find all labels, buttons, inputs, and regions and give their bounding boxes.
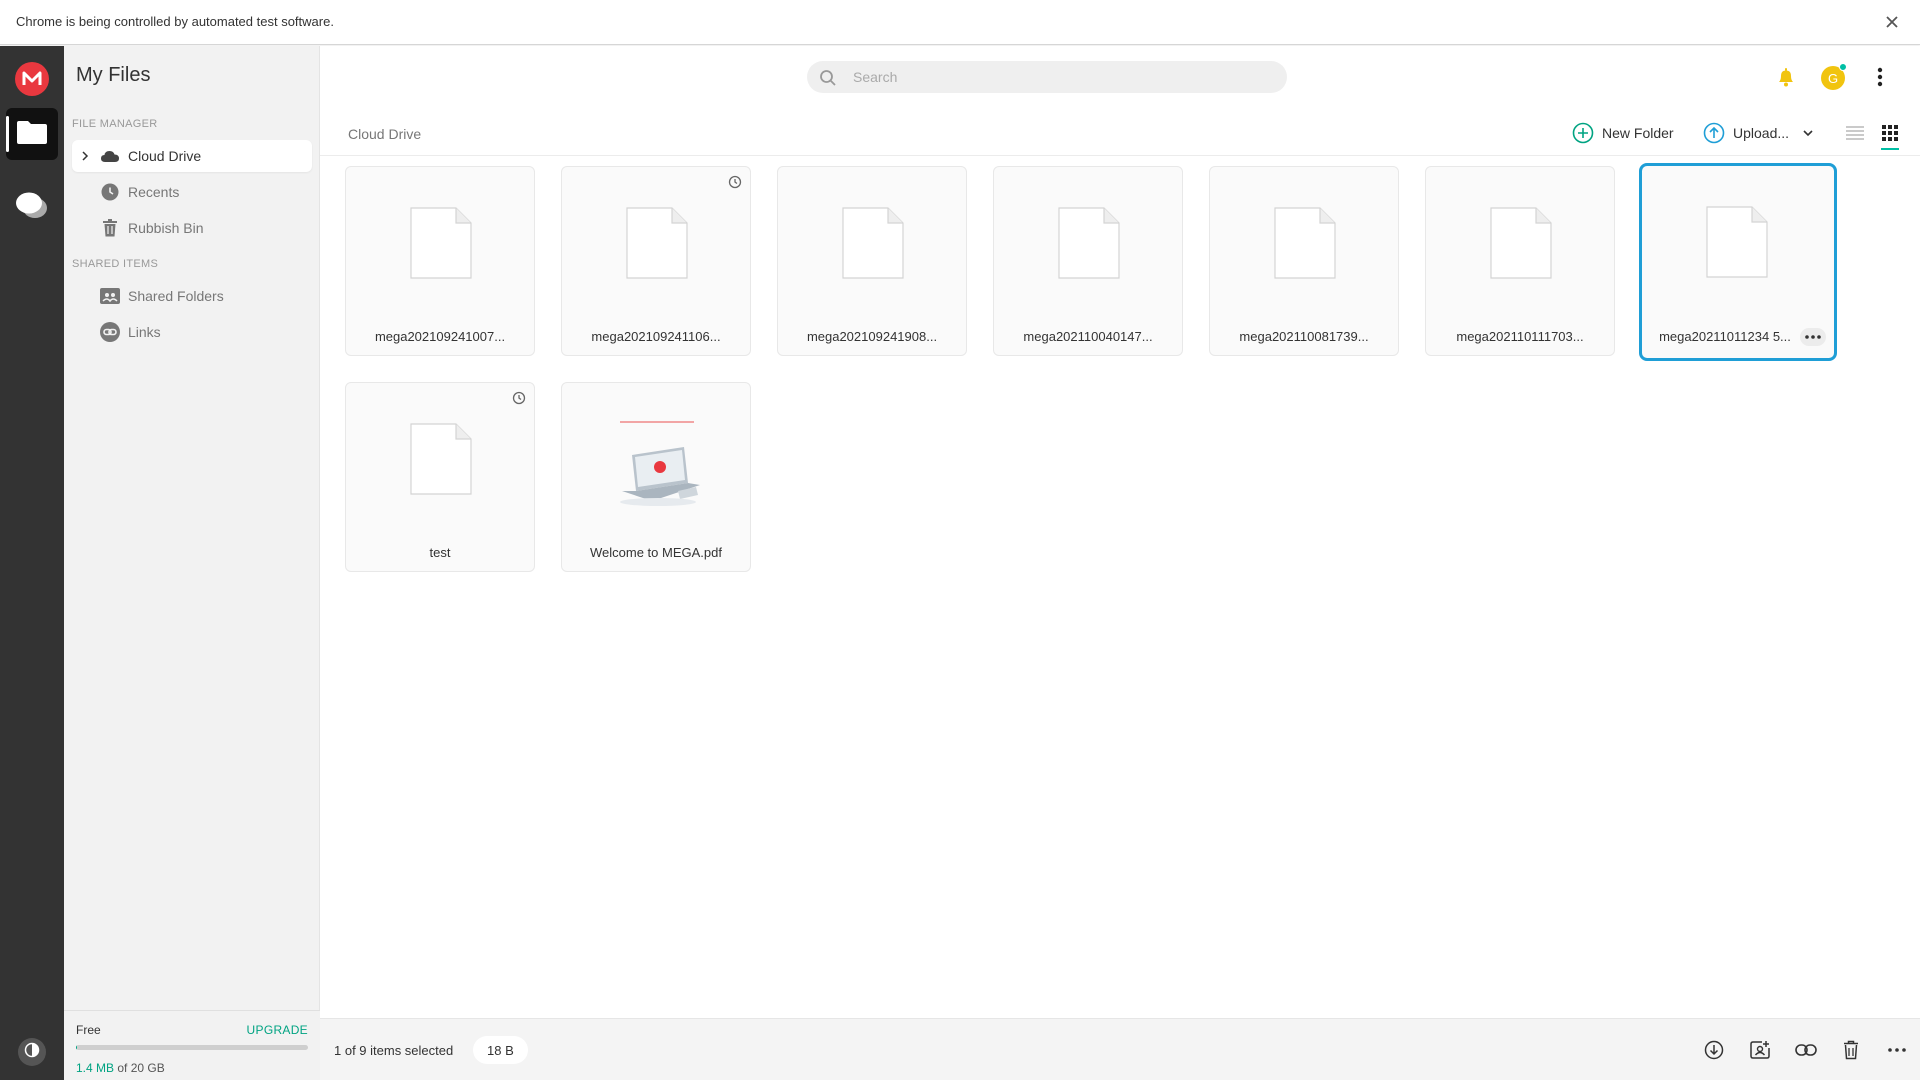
file-icon bbox=[410, 207, 472, 279]
pdf-thumbnail-image bbox=[592, 409, 722, 519]
storage-total: of 20 GB bbox=[117, 1061, 165, 1075]
avatar-initial: G bbox=[1827, 70, 1839, 86]
chevron-down-icon[interactable] bbox=[1803, 129, 1813, 137]
file-name: mega202109241007... bbox=[374, 329, 506, 344]
file-icon bbox=[1274, 207, 1336, 279]
rail-file-manager-button[interactable] bbox=[6, 108, 58, 160]
upload-button[interactable]: Upload... bbox=[1703, 120, 1813, 146]
sidebar-item-links[interactable]: Links bbox=[72, 316, 312, 348]
section-label-shared-items: SHARED ITEMS bbox=[72, 258, 159, 270]
upgrade-link[interactable]: UPGRADE bbox=[247, 1023, 308, 1037]
app-rail bbox=[0, 46, 64, 1080]
sidebar-item-label: Rubbish Bin bbox=[128, 220, 204, 236]
main-content: G Cloud Drive New Folder Upload... bbox=[320, 46, 1920, 1080]
version-history-icon bbox=[728, 175, 742, 189]
file-name: mega202109241106... bbox=[591, 329, 721, 344]
theme-toggle-button[interactable] bbox=[18, 1038, 46, 1066]
folder-icon bbox=[16, 119, 48, 150]
plan-label: Free bbox=[76, 1023, 101, 1037]
bell-icon[interactable] bbox=[1775, 66, 1797, 88]
avatar[interactable]: G bbox=[1821, 63, 1847, 90]
file-name: test bbox=[429, 545, 451, 560]
file-tile[interactable]: test bbox=[345, 382, 535, 572]
contrast-icon bbox=[24, 1042, 40, 1063]
breadcrumb[interactable]: Cloud Drive bbox=[348, 126, 421, 142]
upload-label: Upload... bbox=[1733, 125, 1790, 141]
more-options-icon[interactable] bbox=[1800, 328, 1826, 346]
file-icon bbox=[842, 207, 904, 279]
toolbar: Cloud Drive New Folder Upload... bbox=[320, 110, 1920, 156]
shared-folder-icon bbox=[100, 287, 120, 305]
more-horizontal-icon[interactable] bbox=[1886, 1039, 1908, 1061]
file-tile[interactable]: mega202109241007... bbox=[345, 166, 535, 356]
search-input[interactable] bbox=[853, 61, 1273, 93]
file-name: mega202109241908... bbox=[806, 329, 938, 344]
infobar-message: Chrome is being controlled by automated … bbox=[16, 14, 334, 29]
more-vertical-icon[interactable] bbox=[1870, 64, 1890, 90]
add-circle-icon bbox=[1572, 122, 1594, 144]
storage-used: 1.4 MB bbox=[76, 1061, 115, 1075]
file-name: mega202110081739... bbox=[1239, 329, 1369, 344]
file-tile[interactable]: mega202110111703... bbox=[1425, 166, 1615, 356]
file-icon bbox=[1490, 207, 1552, 279]
trash-icon[interactable] bbox=[1840, 1039, 1862, 1061]
sidebar-item-label: Recents bbox=[128, 184, 180, 200]
file-icon bbox=[1706, 206, 1768, 278]
file-icon bbox=[626, 207, 688, 279]
sidebar-item-label: Links bbox=[128, 324, 161, 340]
selection-summary: 1 of 9 items selected bbox=[334, 1043, 454, 1058]
file-name: mega202110040147... bbox=[1023, 329, 1153, 344]
file-icon bbox=[1058, 207, 1120, 279]
file-tile[interactable]: mega202110040147... bbox=[993, 166, 1183, 356]
chat-icon bbox=[15, 191, 49, 226]
sidebar-item-cloud-drive[interactable]: Cloud Drive bbox=[72, 140, 312, 172]
sidebar: My Files FILE MANAGER Cloud Drive Recent… bbox=[64, 46, 320, 1080]
download-icon[interactable] bbox=[1703, 1039, 1725, 1061]
file-name: mega20211011234 5... bbox=[1659, 329, 1791, 344]
sidebar-item-label: Shared Folders bbox=[128, 288, 224, 304]
file-tile[interactable]: Welcome to MEGA.pdf bbox=[561, 382, 751, 572]
online-status-dot bbox=[1839, 63, 1847, 71]
file-tile[interactable]: mega202110081739... bbox=[1209, 166, 1399, 356]
file-tile-selected[interactable]: mega20211011234 5... bbox=[1639, 163, 1837, 361]
sidebar-item-label: Cloud Drive bbox=[128, 148, 202, 164]
search-bar[interactable] bbox=[807, 61, 1287, 93]
storage-usage-text: 1.4 MB of 20 GB bbox=[76, 1061, 165, 1075]
storage-progress-fill bbox=[76, 1045, 78, 1050]
automation-infobar: Chrome is being controlled by automated … bbox=[0, 0, 1920, 45]
close-icon[interactable] bbox=[1880, 10, 1904, 34]
list-view-icon[interactable] bbox=[1844, 122, 1866, 144]
upload-circle-icon bbox=[1703, 122, 1725, 144]
version-history-icon bbox=[512, 391, 526, 405]
trash-icon bbox=[100, 219, 120, 237]
storage-panel: Free UPGRADE 1.4 MB of 20 GB bbox=[64, 1010, 320, 1080]
grid-view-icon[interactable] bbox=[1879, 122, 1901, 150]
clock-icon bbox=[100, 183, 120, 201]
sidebar-item-recents[interactable]: Recents bbox=[72, 176, 312, 208]
sidebar-item-rubbish-bin[interactable]: Rubbish Bin bbox=[72, 212, 312, 244]
page-title: My Files bbox=[76, 64, 151, 86]
file-tile[interactable]: mega202109241106... bbox=[561, 166, 751, 356]
link-icon bbox=[100, 322, 120, 342]
selection-bar: 1 of 9 items selected 18 B bbox=[320, 1018, 1920, 1080]
share-icon[interactable] bbox=[1749, 1039, 1771, 1061]
get-link-icon[interactable] bbox=[1795, 1039, 1817, 1061]
storage-progress-bar bbox=[76, 1045, 308, 1050]
section-label-file-manager: FILE MANAGER bbox=[72, 118, 158, 130]
new-folder-label: New Folder bbox=[1602, 125, 1674, 141]
file-icon bbox=[410, 423, 472, 495]
sidebar-item-shared-folders[interactable]: Shared Folders bbox=[72, 280, 312, 312]
rail-chat-button[interactable] bbox=[6, 182, 58, 234]
file-name: mega202110111703... bbox=[1456, 329, 1584, 344]
selection-size-badge: 18 B bbox=[473, 1036, 528, 1064]
mega-logo[interactable] bbox=[15, 62, 49, 96]
new-folder-button[interactable]: New Folder bbox=[1572, 120, 1674, 146]
file-tile[interactable]: mega202109241908... bbox=[777, 166, 967, 356]
file-name: Welcome to MEGA.pdf bbox=[590, 545, 722, 560]
cloud-icon bbox=[100, 147, 120, 165]
chevron-right-icon[interactable] bbox=[78, 149, 92, 163]
search-icon bbox=[819, 69, 837, 87]
